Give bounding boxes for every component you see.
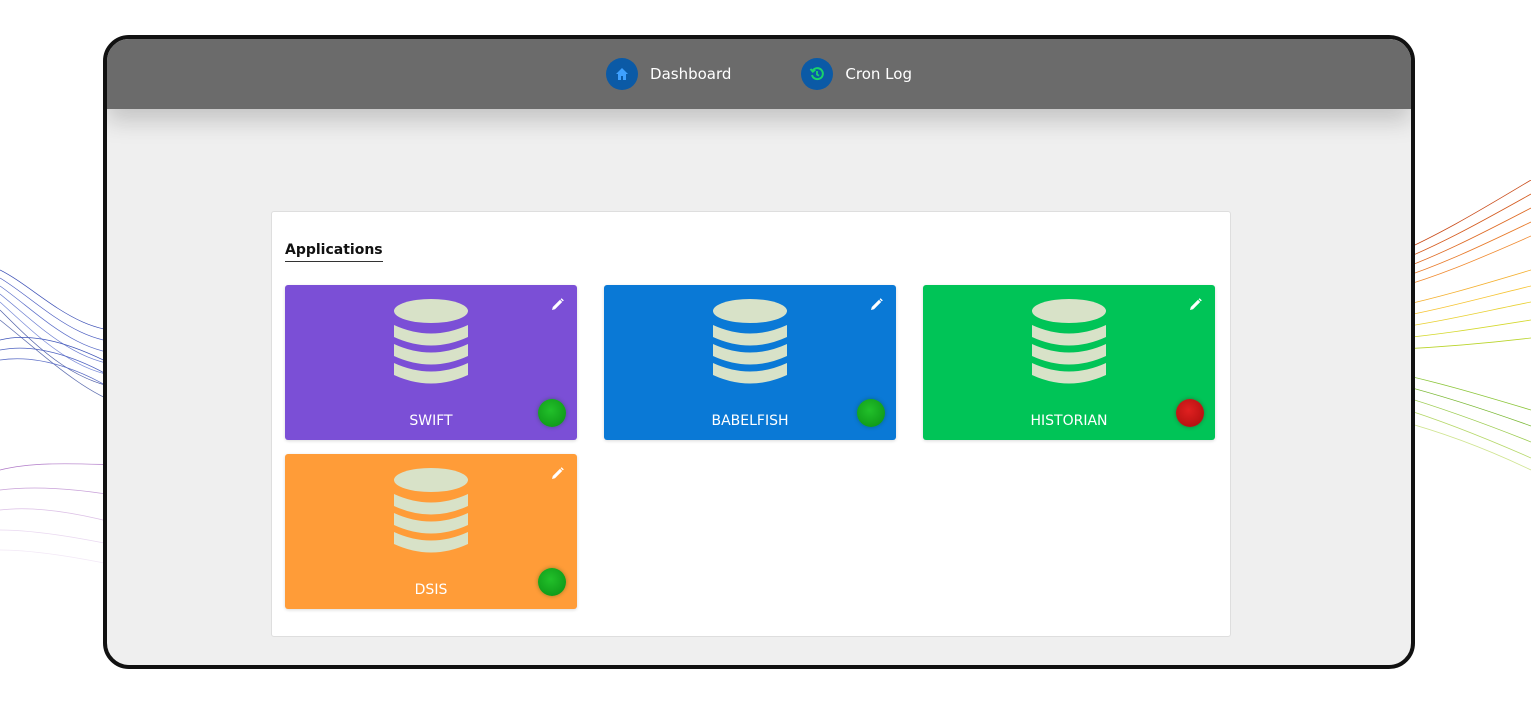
page: Dashboard Cron Log Applications SWIFT BA… <box>0 0 1531 703</box>
applications-grid: SWIFT BABELFISH HISTORIAN DSIS <box>285 285 1215 609</box>
nav-dashboard[interactable]: Dashboard <box>606 58 731 90</box>
edit-icon[interactable] <box>1187 297 1203 313</box>
app-card-swift[interactable]: SWIFT <box>285 285 577 440</box>
database-icon <box>713 299 787 384</box>
nav-cron-log-label: Cron Log <box>845 65 912 83</box>
nav-cron-log[interactable]: Cron Log <box>801 58 912 90</box>
status-indicator <box>538 568 566 596</box>
database-icon <box>394 468 468 553</box>
app-name: SWIFT <box>409 413 453 429</box>
nav-dashboard-label: Dashboard <box>650 65 732 83</box>
edit-icon[interactable] <box>868 297 884 313</box>
status-indicator <box>857 399 885 427</box>
app-name: DSIS <box>414 582 448 598</box>
top-navbar: Dashboard Cron Log <box>107 39 1411 109</box>
edit-icon[interactable] <box>549 466 565 482</box>
app-window: Dashboard Cron Log Applications SWIFT BA… <box>103 35 1415 669</box>
app-name: HISTORIAN <box>1030 413 1108 429</box>
edit-icon[interactable] <box>549 297 565 313</box>
status-indicator <box>538 399 566 427</box>
app-card-historian[interactable]: HISTORIAN <box>923 285 1215 440</box>
database-icon <box>394 299 468 384</box>
app-card-dsis[interactable]: DSIS <box>285 454 577 609</box>
app-card-babelfish[interactable]: BABELFISH <box>604 285 896 440</box>
app-name: BABELFISH <box>711 413 789 429</box>
database-icon <box>1032 299 1106 384</box>
status-indicator <box>1176 399 1204 427</box>
applications-panel: Applications SWIFT BABELFISH HISTORIAN D… <box>271 211 1231 637</box>
panel-title: Applications <box>285 242 383 262</box>
home-icon <box>606 58 639 90</box>
history-icon <box>801 58 834 90</box>
